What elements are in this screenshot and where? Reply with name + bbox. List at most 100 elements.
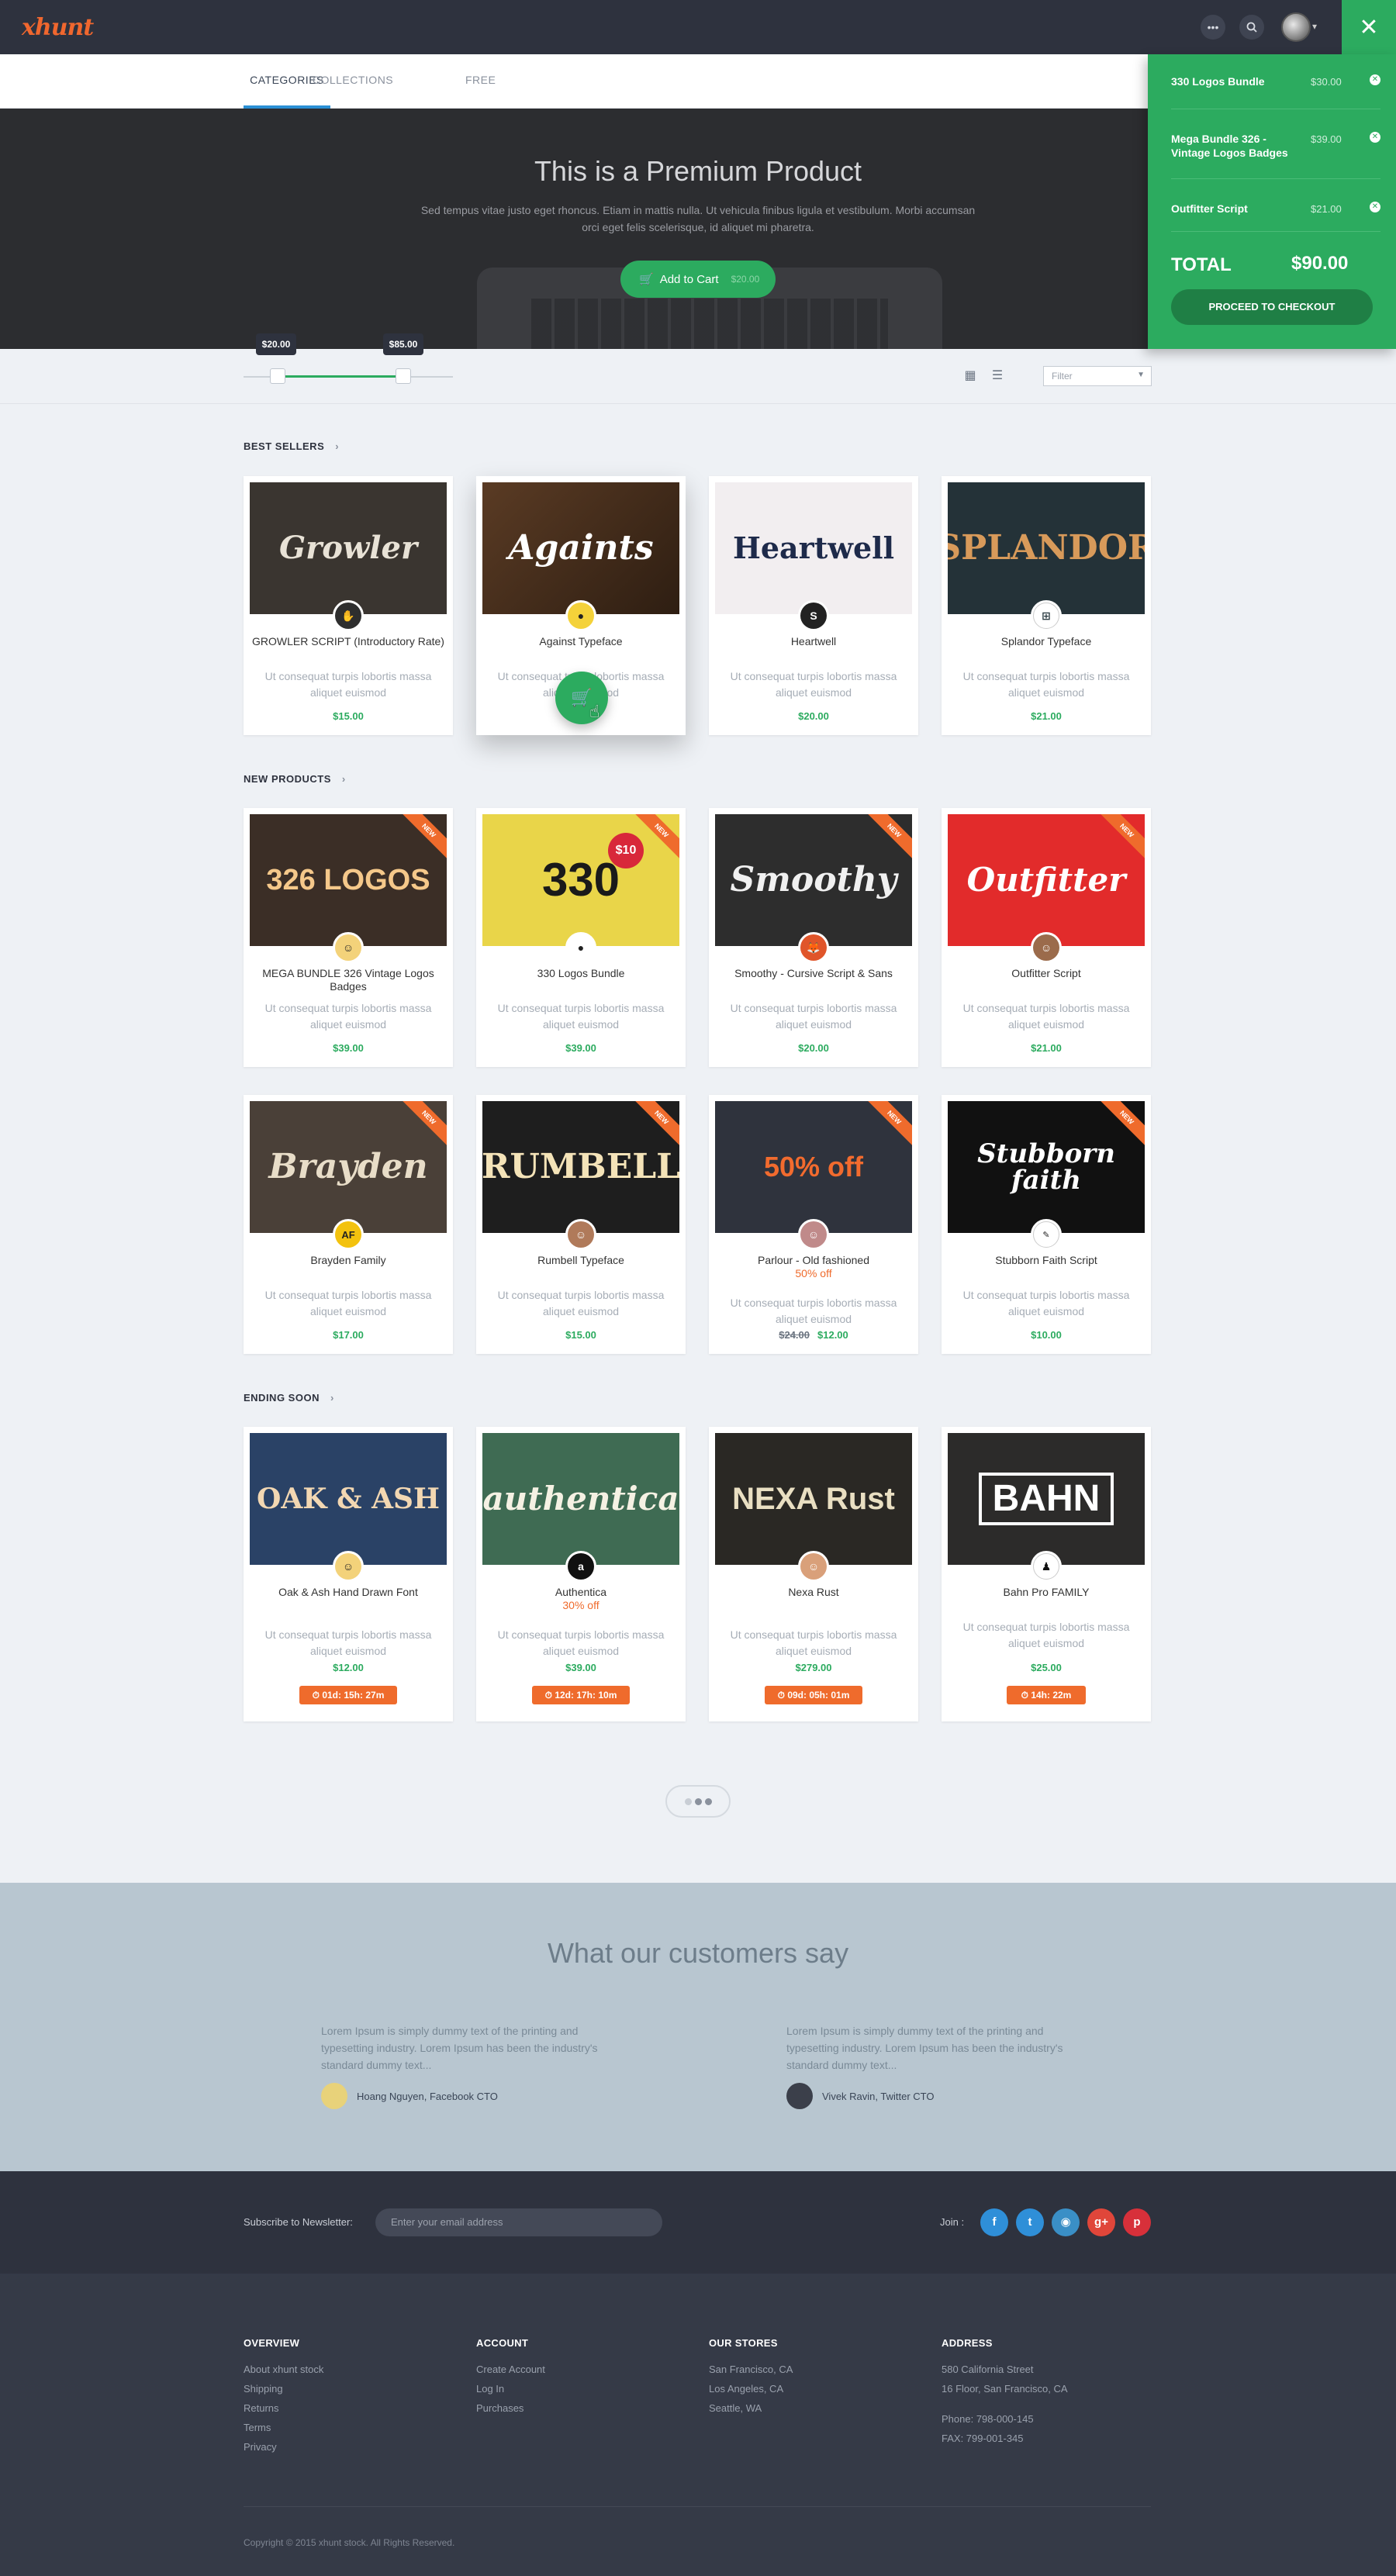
product-card[interactable]: RUMBELL NEW ☺ Rumbell Typeface Ut consequ… (476, 1095, 686, 1354)
section-title-best-sellers[interactable]: BEST SELLERS › (244, 440, 339, 452)
section-title-new-products[interactable]: NEW PRODUCTS › (244, 773, 346, 785)
product-name[interactable]: Bahn Pro FAMILY (949, 1586, 1143, 1599)
quick-add-cart-button[interactable]: 🛒 (555, 672, 608, 724)
product-name[interactable]: Oak & Ash Hand Drawn Font (251, 1586, 445, 1599)
author-avatar[interactable]: AF (333, 1219, 364, 1250)
product-name[interactable]: Brayden Family (251, 1254, 445, 1267)
author-avatar[interactable]: ♟ (1031, 1551, 1062, 1582)
product-name[interactable]: Parlour - Old fashioned 50% off (717, 1254, 911, 1280)
product-name[interactable]: Stubborn Faith Script (949, 1254, 1143, 1267)
price-min-handle[interactable] (270, 368, 285, 384)
footer-link[interactable]: Terms (244, 2418, 461, 2437)
author-avatar[interactable]: ☺ (798, 1551, 829, 1582)
footer-link[interactable]: Create Account (476, 2360, 693, 2379)
footer-link[interactable]: Los Angeles, CA (709, 2379, 926, 2398)
close-cart-button[interactable]: ✕ (1342, 0, 1396, 54)
author-avatar[interactable]: ☺ (333, 932, 364, 963)
author-avatar[interactable]: 🦊 (798, 932, 829, 963)
price-max-handle[interactable] (396, 368, 411, 384)
footer-link[interactable]: Log In (476, 2379, 693, 2398)
product-card[interactable]: NEXA Rust ☺ Nexa Rust Ut consequat turpi… (709, 1427, 918, 1721)
product-image: authentica (482, 1433, 679, 1565)
product-card[interactable]: Outfitter NEW ☺ Outfitter Script Ut conse… (942, 808, 1151, 1067)
author-avatar[interactable]: S (798, 600, 829, 631)
newsletter-email-input[interactable]: Enter your email address (375, 2208, 662, 2236)
product-name[interactable]: Authentica 30% off (484, 1586, 678, 1612)
more-button[interactable]: ••• (1201, 15, 1225, 40)
product-name[interactable]: Nexa Rust (717, 1586, 911, 1599)
author-avatar[interactable]: ✎ (1031, 1219, 1062, 1250)
author-avatar[interactable]: ☺ (1031, 932, 1062, 963)
tab-free[interactable]: FREE (465, 54, 496, 109)
footer-column-address: ADDRESS 580 California Street 16 Floor, … (942, 2337, 1159, 2448)
section-label: BEST SELLERS (244, 440, 325, 452)
product-price: $20.00 (798, 1042, 829, 1054)
author-avatar[interactable]: ⊞ (1031, 600, 1062, 631)
product-card[interactable]: SPLANDOR ⊞ Splandor Typeface Ut consequa… (942, 476, 1151, 735)
instagram-icon[interactable]: ◉ (1052, 2208, 1080, 2236)
facebook-icon[interactable]: f (980, 2208, 1008, 2236)
filter-select[interactable]: Filter ▼ (1043, 366, 1152, 386)
footer-link[interactable]: Returns (244, 2398, 461, 2418)
product-card[interactable]: Brayden NEW AF Brayden Family Ut consequa… (244, 1095, 453, 1354)
product-card[interactable]: 50% off NEW ☺ Parlour - Old fashioned 50% … (709, 1095, 918, 1354)
grid-view-icon[interactable]: ▦ (963, 369, 977, 383)
remove-item-icon[interactable]: ✕ (1370, 74, 1380, 85)
chevron-down-icon[interactable]: ▾ (1312, 21, 1317, 32)
logo[interactable]: xhunt (22, 14, 94, 41)
author-avatar[interactable]: ☺ (333, 1551, 364, 1582)
author-avatar[interactable]: ✋ (333, 600, 364, 631)
product-description: Ut consequat turpis lobortis massa aliqu… (962, 670, 1130, 699)
product-image: 326 LOGOS NEW (250, 814, 447, 946)
search-button[interactable] (1239, 15, 1264, 40)
author-avatar[interactable]: ● (565, 600, 596, 631)
author-avatar[interactable]: ● (565, 932, 596, 963)
product-card[interactable]: Smoothy NEW 🦊 Smoothy - Cursive Script & … (709, 808, 918, 1067)
product-name[interactable]: Splandor Typeface (949, 635, 1143, 648)
product-name[interactable]: MEGA BUNDLE 326 Vintage Logos Badges (251, 967, 445, 993)
footer-column-account: ACCOUNT Create Account Log In Purchases (476, 2337, 693, 2418)
product-card[interactable]: Heartwell S Heartwell Ut consequat turpi… (709, 476, 918, 735)
footer-link[interactable]: Privacy (244, 2437, 461, 2457)
googleplus-icon[interactable]: g+ (1087, 2208, 1115, 2236)
footer-link[interactable]: Purchases (476, 2398, 693, 2418)
add-to-cart-button[interactable]: 🛒 Add to Cart $20.00 (620, 261, 776, 298)
product-description: Ut consequat turpis lobortis massa aliqu… (730, 1628, 897, 1657)
product-name[interactable]: 330 Logos Bundle (484, 967, 678, 980)
checkout-button[interactable]: PROCEED TO CHECKOUT (1171, 289, 1373, 325)
footer-link[interactable]: Shipping (244, 2379, 461, 2398)
product-card[interactable]: Stubborn faith NEW ✎ Stubborn Faith Scrip… (942, 1095, 1151, 1354)
tab-collections[interactable]: COLLECTIONS (310, 54, 396, 109)
product-card[interactable]: 330 NEW $10 ● 330 Logos Bundle Ut consequ… (476, 808, 686, 1067)
product-name[interactable]: Against Typeface (484, 635, 678, 648)
product-name[interactable]: GROWLER SCRIPT (Introductory Rate) (251, 635, 445, 648)
hero-description: Sed tempus vitae justo eget rhoncus. Eti… (420, 204, 976, 233)
product-name[interactable]: Smoothy - Cursive Script & Sans (717, 967, 911, 980)
footer-link[interactable]: Seattle, WA (709, 2398, 926, 2418)
product-name[interactable]: Heartwell (717, 635, 911, 648)
remove-item-icon[interactable]: ✕ (1370, 132, 1380, 143)
product-card[interactable]: Growler ✋ GROWLER SCRIPT (Introductory R… (244, 476, 453, 735)
product-name[interactable]: Outfitter Script (949, 967, 1143, 980)
product-card[interactable]: authentica a Authentica 30% off Ut conseq… (476, 1427, 686, 1721)
load-more-button[interactable] (665, 1785, 731, 1818)
product-card[interactable]: BAHN ♟ Bahn Pro FAMILY Ut consequat turp… (942, 1427, 1151, 1721)
author-avatar[interactable]: ☺ (565, 1219, 596, 1250)
product-card[interactable]: 326 LOGOS NEW ☺ MEGA BUNDLE 326 Vintage L… (244, 808, 453, 1067)
product-image: 330 NEW $10 (482, 814, 679, 946)
footer-link[interactable]: About xhunt stock (244, 2360, 461, 2379)
product-description: Ut consequat turpis lobortis massa aliqu… (962, 1002, 1130, 1031)
user-avatar[interactable] (1281, 12, 1311, 42)
section-title-ending-soon[interactable]: ENDING SOON › (244, 1392, 334, 1404)
pinterest-icon[interactable]: p (1123, 2208, 1151, 2236)
product-card[interactable]: OAK & ASH ☺ Oak & Ash Hand Drawn Font Ut… (244, 1427, 453, 1721)
new-ribbon: NEW (399, 814, 447, 861)
footer-link[interactable]: San Francisco, CA (709, 2360, 926, 2379)
author-avatar[interactable]: ☺ (798, 1219, 829, 1250)
cart-icon: 🛒 (639, 273, 654, 286)
author-avatar[interactable]: a (565, 1551, 596, 1582)
twitter-icon[interactable]: t (1016, 2208, 1044, 2236)
list-view-icon[interactable]: ☰ (990, 369, 1004, 383)
product-name[interactable]: Rumbell Typeface (484, 1254, 678, 1267)
remove-item-icon[interactable]: ✕ (1370, 202, 1380, 212)
